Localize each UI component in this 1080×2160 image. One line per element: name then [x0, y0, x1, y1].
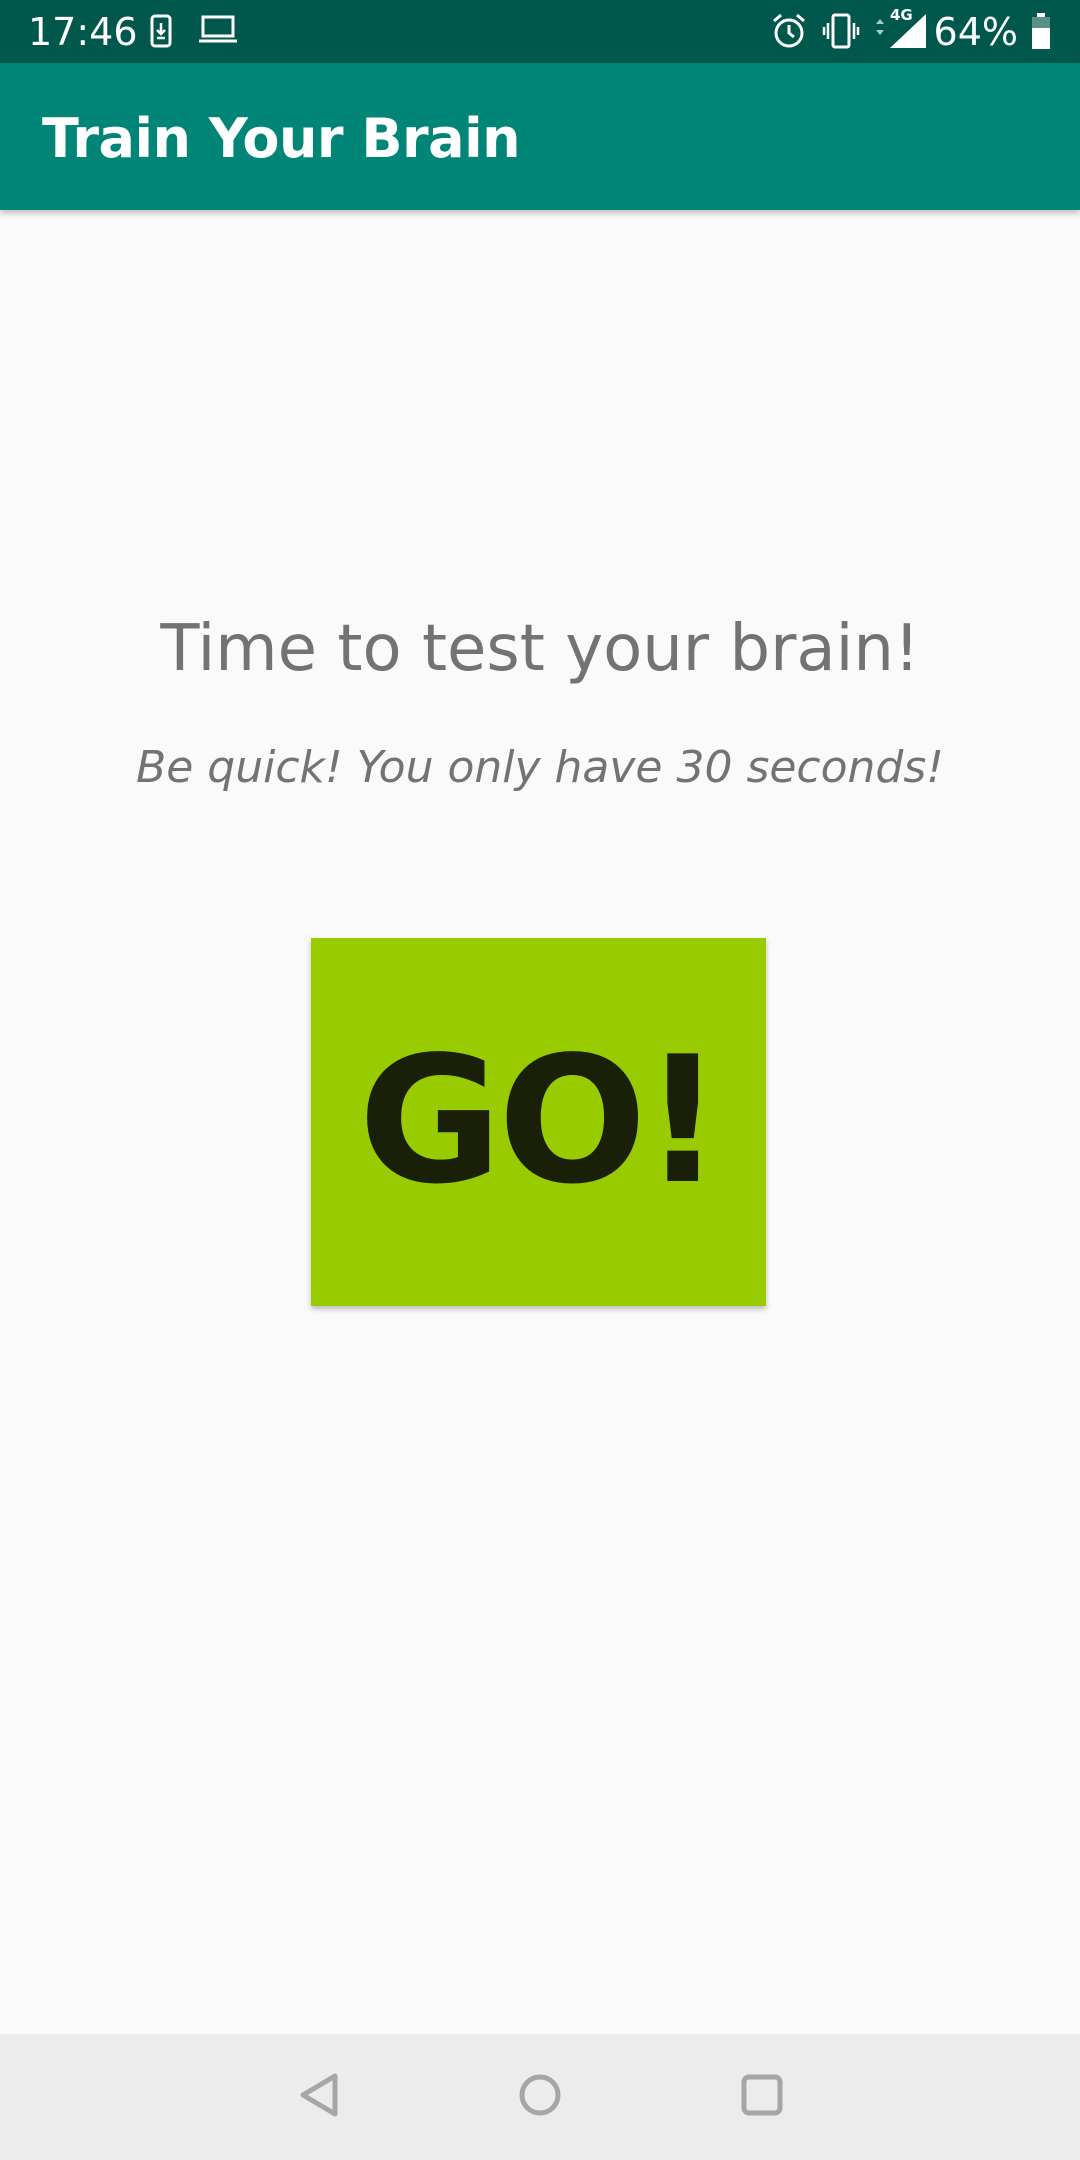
screen: 17:46 4G 64% Train Your Brain Time to te…: [0, 0, 1080, 2160]
navigation-bar: [0, 2034, 1080, 2160]
app-bar: Train Your Brain: [0, 63, 1080, 210]
back-button[interactable]: [279, 2057, 359, 2137]
status-bar: 17:46 4G 64%: [0, 0, 1080, 63]
signal-icon: 4G: [874, 6, 930, 55]
home-button[interactable]: [500, 2057, 580, 2137]
network-type-label: 4G: [890, 6, 913, 24]
alarm-icon: [770, 12, 808, 55]
app-title: Train Your Brain: [42, 107, 521, 170]
go-button-label: GO!: [358, 1020, 722, 1223]
back-icon: [297, 2071, 341, 2124]
headline-text: Time to test your brain!: [160, 612, 920, 686]
subline-text: Be quick! You only have 30 seconds!: [136, 742, 944, 793]
vibrate-icon: [822, 12, 860, 55]
battery-icon: [1030, 12, 1052, 55]
download-icon: [150, 14, 172, 53]
status-time: 17:46: [28, 10, 138, 54]
home-icon: [516, 2071, 564, 2124]
recents-button[interactable]: [722, 2057, 802, 2137]
go-button[interactable]: GO!: [311, 938, 766, 1306]
laptop-icon: [198, 14, 238, 51]
recents-icon: [740, 2073, 784, 2122]
battery-percent: 64%: [933, 10, 1018, 54]
